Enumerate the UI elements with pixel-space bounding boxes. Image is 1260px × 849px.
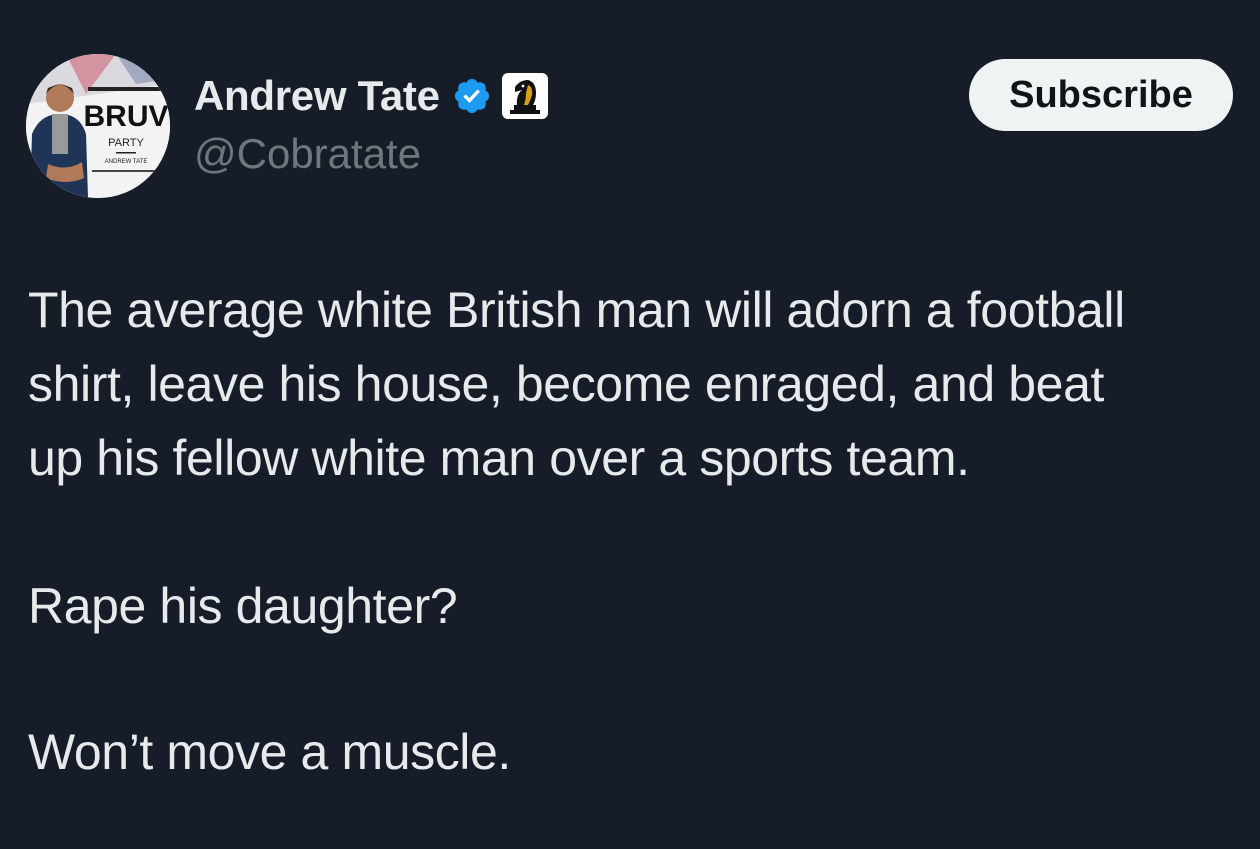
tweet-text-line: Rape his daughter? xyxy=(28,578,458,634)
verified-badge-icon[interactable] xyxy=(452,76,492,116)
author-name-row: Andrew Tate xyxy=(194,68,548,124)
avatar-bruv-text: BRUV xyxy=(83,100,168,133)
subscribe-button[interactable]: Subscribe xyxy=(969,59,1233,131)
chess-knight-icon xyxy=(509,80,540,114)
affiliate-badge[interactable] xyxy=(501,73,548,119)
tweet-paragraph-2: Rape his daughter? xyxy=(28,569,1248,643)
tweet-text-line: up his fellow white man over a sports te… xyxy=(28,430,970,486)
avatar-image: BRUV PARTY ANDREW TATE xyxy=(26,54,170,198)
tweet-paragraph-3: Won’t move a muscle. xyxy=(28,715,1248,789)
avatar[interactable]: BRUV PARTY ANDREW TATE xyxy=(26,54,170,198)
tweet-text-line: shirt, leave his house, become enraged, … xyxy=(28,356,1104,412)
avatar-name-text: ANDREW TATE xyxy=(105,159,148,165)
author-handle[interactable]: @Cobratate xyxy=(194,130,421,178)
tweet-text-line: Won’t move a muscle. xyxy=(28,724,511,780)
avatar-party-text: PARTY xyxy=(108,137,144,149)
tweet-text-line: The average white British man will adorn… xyxy=(28,282,1125,338)
tweet-card: BRUV PARTY ANDREW TATE Andrew Tate @Cobr… xyxy=(0,0,1260,849)
tweet-paragraph-1: The average white British man will adorn… xyxy=(28,273,1248,495)
author-display-name[interactable]: Andrew Tate xyxy=(194,72,440,120)
